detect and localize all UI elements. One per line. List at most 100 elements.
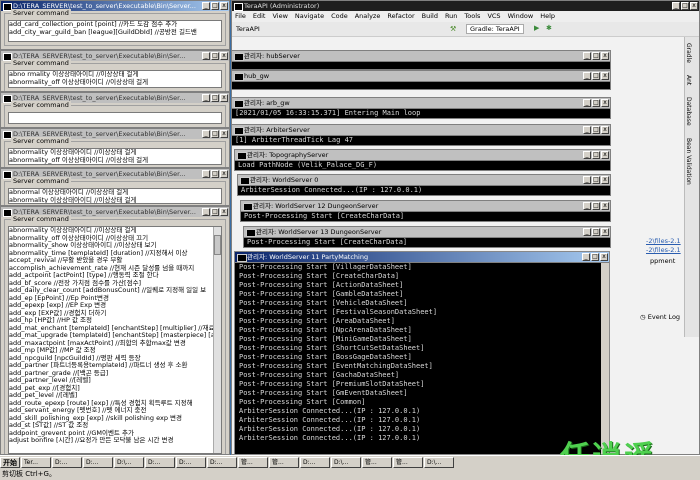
close-button[interactable]: x [600,253,608,261]
close-button[interactable]: x [601,202,609,210]
command-list[interactable]: abnormality 이상상태아이디 //이상상태 걸게 abnormality… [8,226,222,454]
maximize-button[interactable]: □ [592,151,600,159]
close-button[interactable]: x [220,52,228,60]
bean-validation-tool-tab[interactable]: Bean Validation [685,138,692,185]
maximize-button[interactable]: □ [211,94,219,102]
file-link[interactable]: -2\files-2.1 [646,237,681,245]
command-list[interactable]: abno rmality 이상상태아이디 //이상상태 걸게 abnormali… [8,70,222,88]
list-item[interactable]: abnormality_off 이상상태아이디 //이상상태 걸게 [9,78,221,87]
close-button[interactable]: x [220,2,228,10]
close-button[interactable]: x [601,151,609,159]
taskbar-item[interactable]: D:\... [424,457,454,468]
console-window[interactable]: 관리자: arb_gw _ □ x [2021/01/05 16:33:15.371] … [231,97,611,119]
scrollbar-thumb[interactable] [214,235,221,255]
maximize-button[interactable]: □ [211,52,219,60]
maximize-button[interactable]: □ [592,126,600,134]
main-console-window[interactable]: 관리자: WorldServer 11 PartyMatching _ □ x Pos… [234,251,610,455]
taskbar-item[interactable]: 管... [393,457,423,468]
minimize-button[interactable]: _ [202,130,210,138]
taskbar-item[interactable]: D:... [300,457,330,468]
event-log-tab[interactable]: ◷ Event Log [640,313,680,321]
file-link[interactable]: -2\files-2.1 [646,246,681,254]
window-title-bar[interactable]: hub_gw _ □ x [232,71,610,82]
minimize-button[interactable]: _ [202,94,210,102]
console-window[interactable]: 관리자: WorldServer 13 DungeonServer _ □ x Post… [243,226,611,248]
taskbar-item[interactable]: D:... [145,457,175,468]
menu-item-navigate[interactable]: Navigate [295,12,324,20]
database-tool-tab[interactable]: Database [685,97,692,126]
close-button[interactable]: x [601,52,609,60]
window-title-bar[interactable]: 관리자: WorldServer 11 PartyMatching _ □ x [235,252,609,263]
console-window[interactable]: 관리자: TopographyServer _ □ x Load PathNode (V… [234,149,611,171]
minimize-button[interactable]: _ [583,72,591,80]
taskbar-item[interactable]: 管... [269,457,299,468]
menu-item-file[interactable]: File [235,12,246,20]
menu-item-edit[interactable]: Edit [253,12,266,20]
menu-item-code[interactable]: Code [331,12,348,20]
minimize-button[interactable]: _ [583,176,591,184]
console-window[interactable]: hub_gw _ □ x [231,70,611,90]
start-button[interactable]: 开始 [0,457,20,468]
server-command-window-3[interactable]: D:\TERA_SERVER\test_to_server\Executable… [0,92,230,128]
maximize-button[interactable]: □ [211,130,219,138]
command-list[interactable]: abnormality 이상상태아이디 //이상상태 걸게 abnormalit… [8,148,222,165]
ant-tool-tab[interactable]: Ant [685,75,692,85]
menu-item-vcs[interactable]: VCS [487,12,500,20]
debug-icon[interactable]: ✱ [546,24,552,32]
taskbar-item[interactable]: D:... [207,457,237,468]
menu-item-view[interactable]: View [272,12,287,20]
minimize-button[interactable]: _ [583,151,591,159]
minimize-button[interactable]: _ [202,170,210,178]
menu-item-build[interactable]: Build [422,12,438,20]
window-title-bar[interactable]: 관리자: WorldServer 12 DungeonServer _ □ x [241,201,610,212]
gradle-tool-tab[interactable]: Gradle [685,43,692,63]
maximize-button[interactable]: □ [211,2,219,10]
menu-item-window[interactable]: Window [508,12,534,20]
list-item[interactable]: abnormality 이상상태아이디 //이상상태 걸게 [9,196,221,203]
server-command-window-1[interactable]: D:\TERA_SERVER\test_to_server\Executable… [0,0,230,50]
close-button[interactable]: x [601,176,609,184]
maximize-button[interactable]: □ [592,52,600,60]
window-title-bar[interactable]: 관리자: WorldServer 0 _ □ x [238,175,610,186]
console-window[interactable]: 관리자: ArbiterServer _ □ x [1] ArbiterThreadTi… [231,124,611,146]
minimize-button[interactable]: _ [202,208,210,216]
server-command-window-5[interactable]: D:\TERA_SERVER\test_to_server\Executable… [0,168,230,206]
minimize-button[interactable]: _ [582,253,590,261]
menu-item-refactor[interactable]: Refactor [387,12,414,20]
window-title-bar[interactable]: 관리자: WorldServer 13 DungeonServer _ □ x [244,227,610,238]
maximize-button[interactable]: □ [211,208,219,216]
maximize-button[interactable]: □ [681,2,689,10]
minimize-button[interactable]: _ [583,202,591,210]
window-title-bar[interactable]: 관리자: hubServer _ □ x [232,51,610,62]
taskbar-item[interactable]: 管... [238,457,268,468]
taskbar-item[interactable]: D:\... [331,457,361,468]
maximize-button[interactable]: □ [592,176,600,184]
menu-item-tools[interactable]: Tools [464,12,480,20]
command-list[interactable]: add_card_collection_point [point] //카드 도… [8,20,222,42]
console-window[interactable]: 관리자: WorldServer 0 _ □ x ArbiterSession Conn… [237,174,611,196]
close-button[interactable]: x [220,130,228,138]
close-button[interactable]: x [220,208,228,216]
minimize-button[interactable]: _ [583,228,591,236]
minimize-button[interactable]: _ [583,126,591,134]
project-tab[interactable]: TeraAPI [236,25,260,33]
window-controls[interactable]: _ □ x [202,2,228,10]
taskbar-item[interactable]: 管... [362,457,392,468]
taskbar-item[interactable]: Ter... [21,457,51,468]
list-item[interactable]: add_city_war_guild_ban [league][GuildDbI… [9,28,221,37]
scrollbar[interactable] [213,227,221,453]
taskbar-item[interactable]: D:... [52,457,82,468]
maximize-button[interactable]: □ [592,228,600,236]
console-window[interactable]: 관리자: WorldServer 12 DungeonServer _ □ x Post… [240,200,611,222]
close-button[interactable]: x [220,170,228,178]
hammer-icon[interactable]: ⚒ [450,25,456,33]
maximize-button[interactable]: □ [211,170,219,178]
close-button[interactable]: x [601,99,609,107]
menu-item-analyze[interactable]: Analyze [355,12,381,20]
close-button[interactable]: x [601,126,609,134]
minimize-button[interactable]: _ [202,52,210,60]
list-item[interactable]: abnormality_off 이상상태아이디 //이상상태 걸게 [9,156,221,165]
minimize-button[interactable]: _ [672,2,680,10]
maximize-button[interactable]: □ [592,72,600,80]
ide-title-bar[interactable]: TeraAPI (Administrator) _ □ x [232,1,699,11]
